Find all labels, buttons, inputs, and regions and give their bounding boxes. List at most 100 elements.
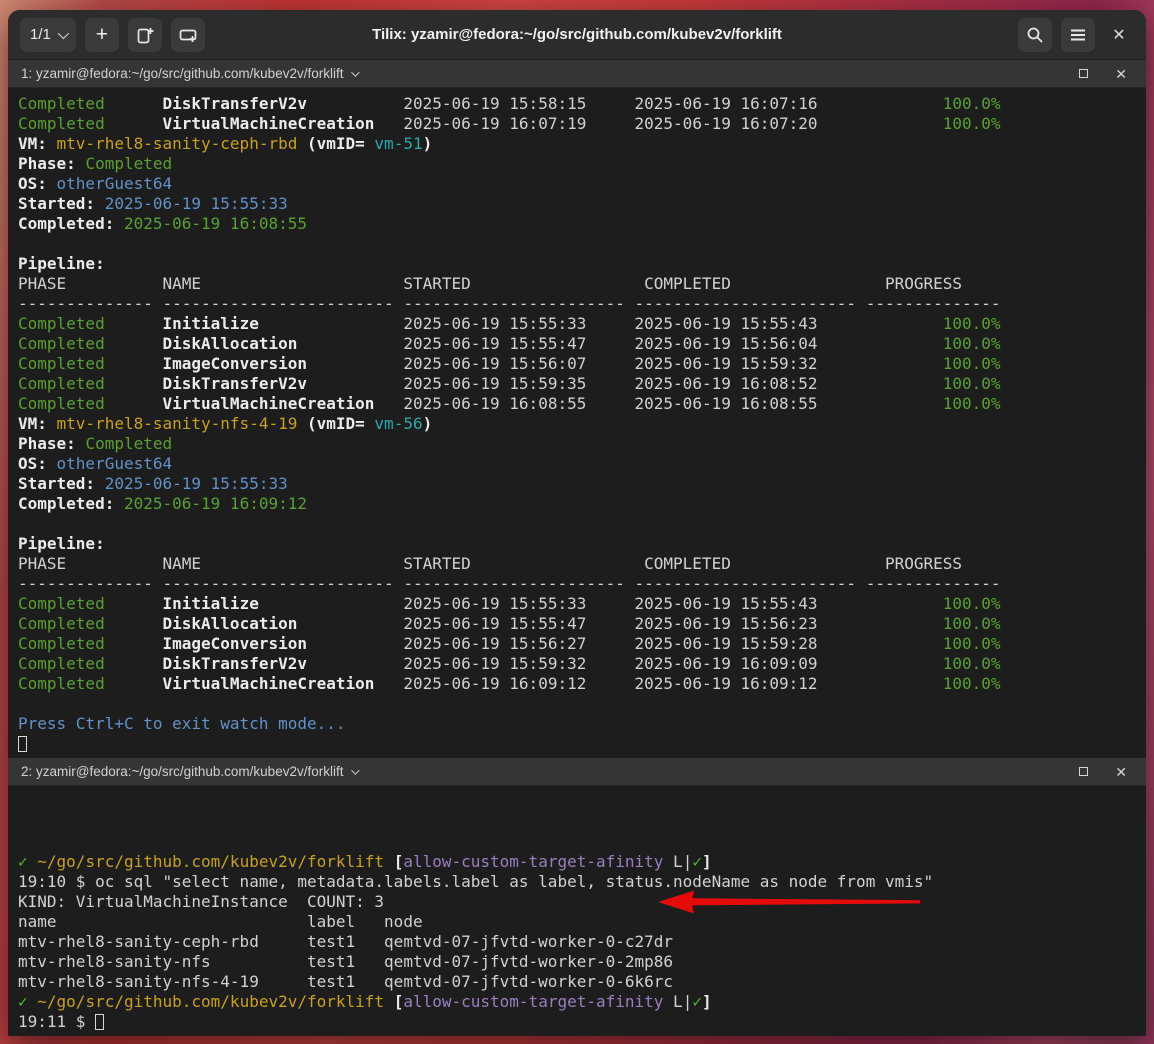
terminal-text: VirtualMachineCreation [163, 674, 404, 693]
terminal-text: Started: [18, 194, 105, 213]
terminal-text: ] [702, 852, 712, 871]
terminal-line: Completed DiskAllocation 2025-06-19 15:5… [18, 614, 1146, 634]
terminal-text: Phase: [18, 154, 85, 173]
search-button[interactable] [1018, 18, 1052, 52]
terminal-text: 2025-06-19 16:09:12 [403, 674, 634, 693]
terminal-line [18, 734, 1146, 754]
terminal-text: Completed: [18, 214, 124, 233]
chevron-down-icon[interactable] [352, 766, 360, 774]
terminal-line: KIND: VirtualMachineInstance COUNT: 3 [18, 892, 1146, 912]
terminal-text: Initialize [163, 314, 404, 333]
terminal-text: 2025-06-19 16:08:55 [635, 394, 866, 413]
terminal-text: Completed [18, 354, 163, 373]
terminal-pane-2[interactable]: ✓ ~/go/src/github.com/kubev2v/forklift [… [8, 786, 1146, 1036]
terminal-text: otherGuest64 [57, 174, 173, 193]
pane-close-icon[interactable]: ✕ [1115, 765, 1127, 779]
terminal-text: ) [423, 134, 433, 153]
terminal-text: 2025-06-19 16:08:55 [124, 214, 307, 233]
terminal-line: VM: mtv-rhel8-sanity-nfs-4-19 (vmID= vm-… [18, 414, 1146, 434]
terminal-text: 2025-06-19 15:59:28 [635, 634, 866, 653]
terminal-line: OS: otherGuest64 [18, 174, 1146, 194]
plus-icon: + [96, 24, 108, 45]
terminal-line: 19:10 $ oc sql "select name, metadata.la… [18, 872, 1146, 892]
terminal-text: 100.0% [866, 334, 1001, 353]
pane2-title[interactable]: 2: yzamir@fedora:~/go/src/github.com/kub… [21, 764, 343, 779]
terminal-text: 2025-06-19 16:09:12 [635, 674, 866, 693]
terminal-text: Phase: [18, 434, 85, 453]
terminal-text: 100.0% [866, 94, 1001, 113]
pane-maximize-icon[interactable] [1079, 767, 1088, 776]
terminal-line: Completed Initialize 2025-06-19 15:55:33… [18, 594, 1146, 614]
split-terminal-right-button[interactable] [128, 18, 162, 52]
terminal-text: ImageConversion [163, 354, 404, 373]
terminal-text: 2025-06-19 15:56:23 [635, 614, 866, 633]
terminal-text: -------------- ------------------------ … [18, 294, 1001, 313]
terminal-line: Completed VirtualMachineCreation 2025-06… [18, 394, 1146, 414]
terminal-line: ✓ ~/go/src/github.com/kubev2v/forklift [… [18, 852, 1146, 872]
menu-button[interactable] [1061, 18, 1095, 52]
terminal-text: L| [663, 852, 692, 871]
terminal-text: VM: [18, 414, 57, 433]
terminal-text: Completed [18, 634, 163, 653]
new-session-button[interactable]: + [85, 18, 119, 52]
terminal-text: VirtualMachineCreation [163, 394, 404, 413]
terminal-text: 2025-06-19 16:09:09 [635, 654, 866, 673]
session-indicator: 1/1 [30, 26, 51, 43]
terminal-text: 100.0% [866, 614, 1001, 633]
terminal-text: 100.0% [866, 674, 1001, 693]
split-down-icon [177, 25, 199, 45]
terminal-line: Completed DiskAllocation 2025-06-19 15:5… [18, 334, 1146, 354]
terminal-text: ImageConversion [163, 634, 404, 653]
terminal-line [18, 514, 1146, 534]
terminal-text: 19:11 $ [18, 1012, 95, 1031]
terminal-line: Completed DiskTransferV2v 2025-06-19 15:… [18, 654, 1146, 674]
terminal-text: ✓ [18, 992, 28, 1011]
terminal-text: DiskAllocation [163, 614, 404, 633]
terminal-text: mtv-rhel8-sanity-nfs-4-19 test1 qemtvd-0… [18, 972, 673, 991]
pane-maximize-icon[interactable] [1079, 69, 1088, 78]
terminal-text: DiskAllocation [163, 334, 404, 353]
terminal-line: Phase: Completed [18, 434, 1146, 454]
search-icon [1026, 26, 1044, 44]
pane1-title[interactable]: 1: yzamir@fedora:~/go/src/github.com/kub… [21, 66, 343, 81]
window-close-button[interactable]: ✕ [1104, 18, 1134, 52]
terminal-text: VirtualMachineCreation [163, 114, 404, 133]
terminal-line: Started: 2025-06-19 15:55:33 [18, 474, 1146, 494]
terminal-text: 100.0% [866, 374, 1001, 393]
terminal-text: 100.0% [866, 354, 1001, 373]
terminal-text: PHASE NAME STARTED COMPLETED PROGRESS [18, 274, 962, 293]
terminal-text: Pipeline: [18, 534, 105, 553]
terminal-line: Completed DiskTransferV2v 2025-06-19 15:… [18, 94, 1146, 114]
terminal-pane-1[interactable]: Completed DiskTransferV2v 2025-06-19 15:… [8, 88, 1146, 758]
terminal-text: vm-51 [374, 134, 422, 153]
chevron-down-icon[interactable] [352, 68, 360, 76]
terminal-text: ~/go/src/github.com/kubev2v/forklift [28, 992, 384, 1011]
terminal-text: 100.0% [866, 654, 1001, 673]
terminal-text: 100.0% [866, 114, 1001, 133]
terminal-text: Completed [18, 374, 163, 393]
terminal-text: name label node [18, 912, 423, 931]
pane2-controls: ✕ [1079, 765, 1133, 779]
pane-close-icon[interactable]: ✕ [1115, 67, 1127, 81]
terminal-text: 2025-06-19 16:07:20 [635, 114, 866, 133]
terminal-text: Completed [18, 394, 163, 413]
terminal-text: Completed [18, 114, 163, 133]
terminal-text: 2025-06-19 16:07:19 [403, 114, 634, 133]
close-icon: ✕ [1112, 25, 1125, 45]
terminal-text: otherGuest64 [57, 454, 173, 473]
terminal-text: 2025-06-19 15:55:33 [403, 314, 634, 333]
split-terminal-down-button[interactable] [171, 18, 205, 52]
terminal-text: 2025-06-19 16:07:16 [635, 94, 866, 113]
terminal-line: Pipeline: [18, 534, 1146, 554]
session-switcher-button[interactable]: 1/1 [20, 18, 76, 52]
terminal-text: ✓ [18, 852, 28, 871]
terminal-text: 2025-06-19 15:55:47 [403, 614, 634, 633]
terminal-line: Completed ImageConversion 2025-06-19 15:… [18, 354, 1146, 374]
terminal-text: -------------- ------------------------ … [18, 574, 1001, 593]
terminal-line: Started: 2025-06-19 15:55:33 [18, 194, 1146, 214]
terminal-line: PHASE NAME STARTED COMPLETED PROGRESS [18, 554, 1146, 574]
terminal-text: ✓ [692, 852, 702, 871]
terminal-line: Pipeline: [18, 254, 1146, 274]
terminal-text: 2025-06-19 15:56:27 [403, 634, 634, 653]
terminal-text: ✓ [692, 992, 702, 1011]
